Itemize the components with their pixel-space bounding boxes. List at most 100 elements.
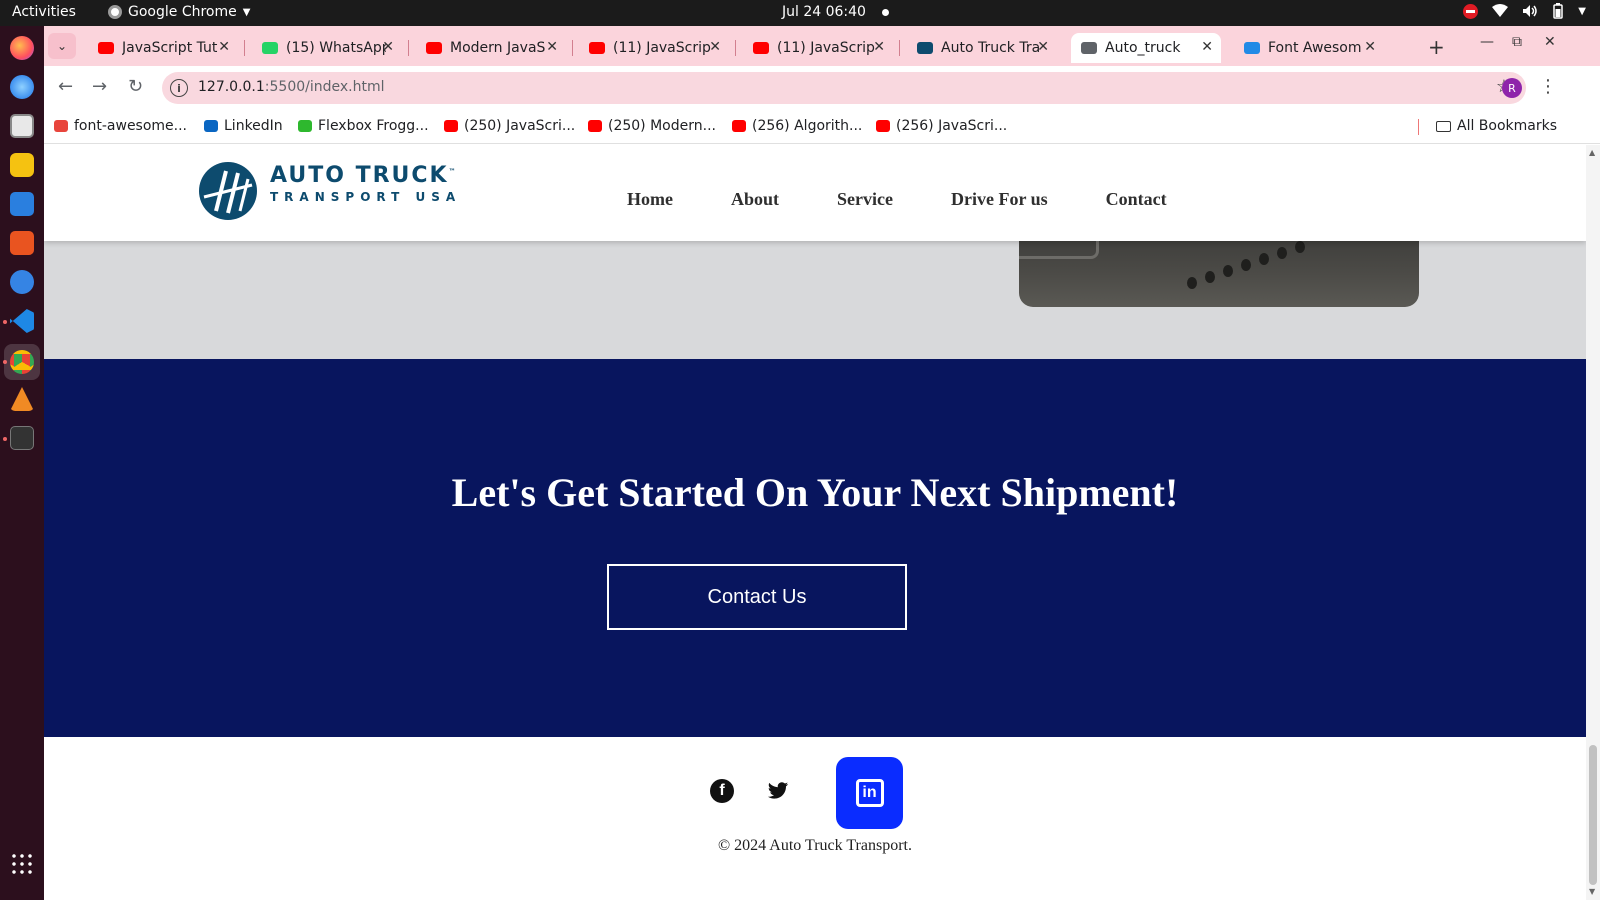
photo-detail (1241, 259, 1251, 271)
nav-service[interactable]: Service (837, 189, 893, 210)
battery-icon (1553, 3, 1564, 19)
software-center-icon[interactable] (10, 231, 34, 255)
nav-drive-for-us[interactable]: Drive For us (951, 189, 1048, 210)
menu-kebab-icon[interactable]: ⋮ (1539, 76, 1557, 97)
logo-title: AUTO TRUCK (270, 163, 449, 188)
bookmark-item[interactable]: Flexbox Frogg... (298, 118, 429, 134)
cta-heading: Let's Get Started On Your Next Shipment! (451, 470, 1179, 515)
scroll-up-icon[interactable]: ▲ (1589, 148, 1595, 157)
auto-truck-logo-icon[interactable] (198, 161, 258, 221)
new-tab-button[interactable]: + (1428, 35, 1445, 59)
photo-detail (1205, 271, 1215, 283)
browser-tab[interactable]: (15) WhatsApp ✕ (252, 33, 402, 63)
linkedin-icon[interactable]: in (836, 757, 903, 829)
bookmark-item[interactable]: (250) Modern... (588, 118, 716, 134)
twitter-icon[interactable] (766, 779, 790, 803)
nav-home[interactable]: Home (627, 189, 673, 210)
bookmark-item[interactable]: (250) JavaScri... (444, 118, 575, 134)
close-tab-icon[interactable]: ✕ (546, 39, 558, 55)
logo-wordmark[interactable]: AUTO TRUCK™ TRANSPORT USA (270, 163, 461, 204)
bookmark-item[interactable]: LinkedIn (204, 118, 283, 134)
close-tab-icon[interactable]: ✕ (709, 39, 721, 55)
activities-button[interactable]: Activities (12, 4, 76, 20)
close-window-button[interactable]: ✕ (1544, 34, 1556, 50)
photo-detail (1259, 253, 1269, 265)
browser-tab[interactable]: Auto_truck ✕ (1071, 33, 1221, 63)
address-bar[interactable]: i 127.0.0.1:5500/index.html ☆ (162, 72, 1526, 104)
volume-icon (1523, 5, 1538, 17)
thunderbird-icon[interactable] (10, 75, 34, 99)
code-icon (54, 120, 68, 132)
close-tab-icon[interactable]: ✕ (382, 39, 394, 55)
bookmark-label: (250) Modern... (608, 118, 716, 134)
contact-us-button[interactable]: Contact Us (607, 564, 907, 630)
vlc-icon[interactable] (10, 387, 34, 411)
photo-detail (1223, 265, 1233, 277)
system-top-bar: Activities Google Chrome ▼ Jul 24 06:40 … (0, 0, 1600, 26)
bookmark-item[interactable]: (256) Algorith... (732, 118, 862, 134)
system-tray[interactable]: ▼ (1463, 3, 1586, 19)
clock[interactable]: Jul 24 06:40 (782, 4, 889, 20)
facebook-icon[interactable]: f (710, 779, 734, 803)
forward-button[interactable]: → (92, 76, 107, 97)
folder-icon (1436, 120, 1451, 132)
nav-contact[interactable]: Contact (1106, 189, 1167, 210)
browser-tab[interactable]: Auto Truck Tra ✕ (907, 33, 1057, 63)
app-grid-icon[interactable] (10, 852, 34, 876)
maximize-button[interactable]: ⧉ (1512, 34, 1522, 50)
globe-icon (1081, 42, 1097, 54)
close-tab-icon[interactable]: ✕ (1364, 39, 1376, 55)
youtube-icon (588, 120, 602, 132)
linkedin-icon (204, 120, 218, 132)
youtube-icon (876, 120, 890, 132)
profile-avatar[interactable]: R (1502, 78, 1522, 98)
close-tab-icon[interactable]: ✕ (1037, 39, 1049, 55)
logo-line2: TRANSPORT USA (270, 190, 462, 204)
files-icon[interactable] (10, 114, 34, 138)
writer-icon[interactable] (10, 192, 34, 216)
bookmark-label: (250) JavaScri... (464, 118, 576, 134)
tab-strip: ⌄ JavaScript Tut ✕ (15) WhatsApp ✕ Modern Ja… (44, 26, 1600, 66)
tab-title: Modern JavaS (450, 40, 546, 56)
bookmark-item[interactable]: font-awesome... (54, 118, 187, 134)
clock-label: Jul 24 06:40 (782, 4, 866, 20)
page-scrollbar[interactable]: ▲ ▼ (1586, 145, 1600, 900)
browser-tab[interactable]: Font Awesom ✕ (1234, 33, 1384, 63)
site-info-icon[interactable]: i (170, 79, 188, 97)
app-menu[interactable]: Google Chrome ▼ (108, 4, 250, 20)
vscode-icon[interactable] (10, 309, 34, 333)
minimize-button[interactable]: — (1480, 34, 1494, 50)
reload-button[interactable]: ↻ (128, 76, 143, 97)
browser-tab[interactable]: (11) JavaScrip ✕ (579, 33, 729, 63)
url-text: 127.0.0.1:5500/index.html (198, 79, 385, 95)
tab-separator (735, 40, 736, 56)
tab-title: Auto_truck (1105, 40, 1181, 56)
firefox-icon[interactable] (10, 36, 34, 60)
browser-tab[interactable]: Modern JavaS ✕ (416, 33, 566, 63)
bookmark-label: LinkedIn (224, 118, 283, 134)
scroll-thumb[interactable] (1589, 745, 1597, 885)
bookmark-item[interactable]: (256) JavaScri... (876, 118, 1007, 134)
close-tab-icon[interactable]: ✕ (1201, 39, 1213, 55)
chrome-icon[interactable] (10, 350, 34, 374)
scroll-down-icon[interactable]: ▼ (1589, 887, 1595, 896)
browser-tab[interactable]: (11) JavaScrip ✕ (743, 33, 893, 63)
chevron-down-icon: ▼ (242, 6, 251, 18)
close-tab-icon[interactable]: ✕ (218, 39, 230, 55)
terminal-icon[interactable] (10, 426, 34, 450)
bookmark-label: Flexbox Frogg... (318, 118, 429, 134)
help-icon[interactable] (10, 270, 34, 294)
youtube-icon (753, 42, 769, 54)
tab-title: Font Awesom (1268, 40, 1362, 56)
copyright-text: © 2024 Auto Truck Transport. (718, 837, 912, 854)
browser-tab[interactable]: JavaScript Tut ✕ (88, 33, 238, 63)
tab-search-button[interactable]: ⌄ (48, 33, 76, 59)
all-bookmarks-button[interactable]: All Bookmarks (1436, 118, 1557, 134)
youtube-icon (732, 120, 746, 132)
close-tab-icon[interactable]: ✕ (873, 39, 885, 55)
photo-detail (1295, 241, 1305, 253)
rhythmbox-icon[interactable] (10, 153, 34, 177)
back-button[interactable]: ← (58, 76, 73, 97)
nav-about[interactable]: About (731, 189, 779, 210)
tab-separator (572, 40, 573, 56)
